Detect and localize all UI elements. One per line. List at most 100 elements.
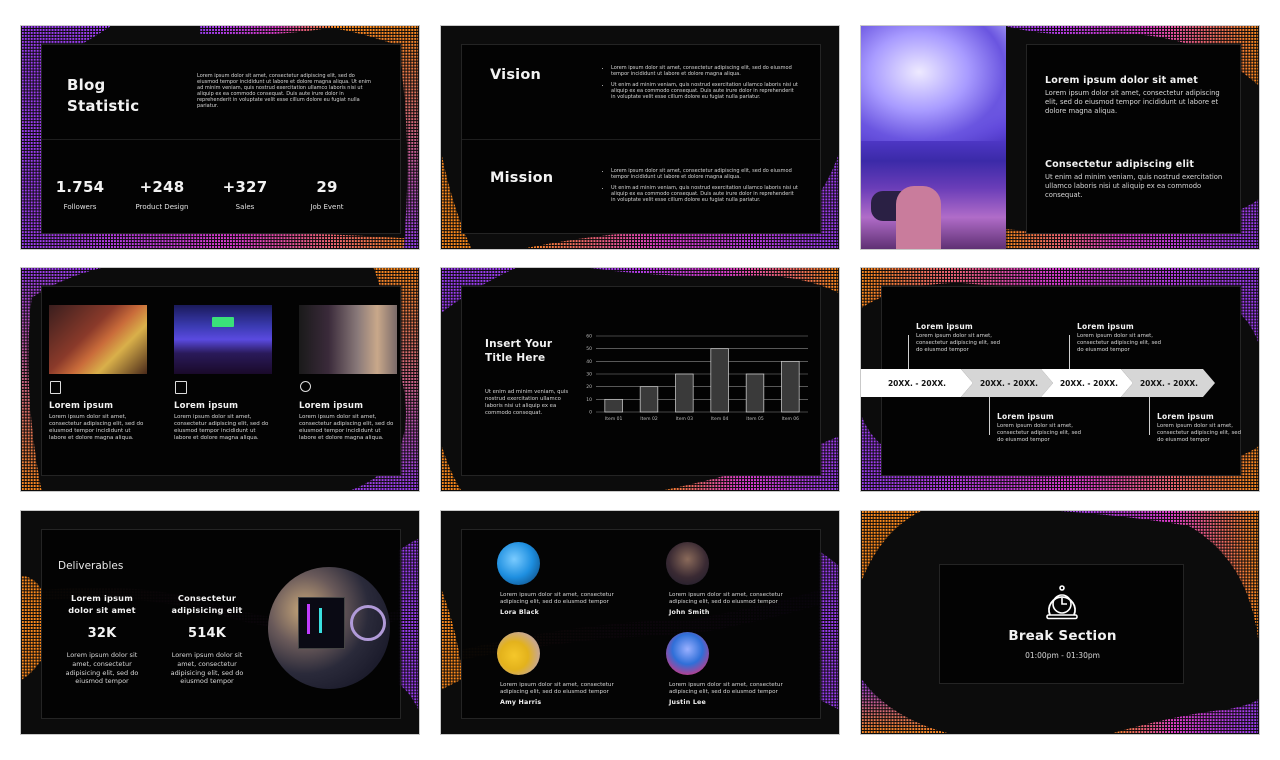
item-heading: Lorem ipsum dolor sit amet <box>42 592 162 616</box>
bullet-item: Ut enim ad minim veniam, quis nostrud ex… <box>611 185 798 203</box>
slide-blog-statistic[interactable]: Blog Statistic Lorem ipsum dolor sit ame… <box>20 25 420 250</box>
stat-value: +248 <box>139 178 185 196</box>
event-heading: Lorem ipsum <box>916 322 973 331</box>
member-name: John Smith <box>669 609 710 616</box>
title-line-2: Statistic <box>67 97 140 115</box>
item-value: 32K <box>87 626 117 641</box>
slide-chart[interactable]: Insert Your Title Here Ut enim ad minim … <box>440 267 840 492</box>
column-photo <box>49 305 147 374</box>
deliverables-title: Deliverables <box>58 560 124 572</box>
slide-deliverables[interactable]: Deliverables Lorem ipsum dolor sit amet … <box>20 510 420 735</box>
bar <box>639 386 659 413</box>
slide-break-section[interactable]: Break Section 01:00pm - 01:30pm <box>860 510 1260 735</box>
x-tick-label: Item 05 <box>746 416 764 422</box>
connector-line <box>1069 335 1070 369</box>
heading-line-1: Consectetur <box>177 593 237 603</box>
member-avatar <box>666 542 709 585</box>
stat-value: 29 <box>316 178 338 196</box>
stat-label: Followers <box>63 203 97 211</box>
member-avatar <box>666 632 709 675</box>
content-panel: Lorem ipsum dolor sit amet Lorem ipsum d… <box>1026 44 1241 234</box>
y-tick-label: 30 <box>586 372 592 378</box>
content-panel: Insert Your Title Here Ut enim ad minim … <box>461 286 821 476</box>
member-name: Amy Harris <box>500 699 542 706</box>
item-heading: Consectetur adipisicing elit <box>147 592 267 616</box>
event-heading: Lorem ipsum <box>1077 322 1134 331</box>
slide-three-columns[interactable]: Lorem ipsum Lorem ipsum dolor sit amet, … <box>20 267 420 492</box>
document-edit-icon <box>50 381 61 394</box>
pc-case <box>298 597 345 649</box>
content-panel: Lorem ipsum dolor sit amet, consectetur … <box>461 529 821 719</box>
bullet-item: Lorem ipsum dolor sit amet, consectetur … <box>611 168 798 180</box>
column-heading: Lorem ipsum <box>174 401 239 411</box>
title-line-1: Blog <box>67 76 106 94</box>
break-panel: Break Section 01:00pm - 01:30pm <box>939 564 1184 684</box>
bar-chart: 0 10 20 30 40 50 60 Item 01 Item 02 Item 03 Item 0… <box>586 334 808 422</box>
stat-value: +327 <box>222 178 268 196</box>
event-heading: Lorem ipsum <box>1157 412 1214 421</box>
y-tick-label: 40 <box>586 359 592 365</box>
break-time: 01:00pm - 01:30pm <box>1025 651 1100 660</box>
bar <box>604 398 623 413</box>
column-photo <box>174 305 272 374</box>
member-name: Justin Lee <box>669 699 706 706</box>
event-text: Lorem ipsum dolor sit amet, consectetur … <box>916 333 1001 353</box>
hand-shape <box>896 186 941 249</box>
column-text: Lorem ipsum dolor sit amet, consectetur … <box>49 414 144 441</box>
item-text: Lorem ipsum dolor sit amet, consectetur … <box>65 651 139 686</box>
heading-line-2: adipisicing elit <box>171 605 243 615</box>
newspaper-icon <box>175 381 187 394</box>
chart-slide-title: Insert Your Title Here <box>485 337 552 365</box>
divider <box>462 139 820 140</box>
target-icon <box>300 381 311 392</box>
content-panel: Lorem ipsum Lorem ipsum dolor sit amet, … <box>41 286 401 476</box>
block-text: Lorem ipsum dolor sit amet, consectetur … <box>1045 89 1220 115</box>
stat-label: Job Event <box>310 203 344 211</box>
gamer-photo <box>861 26 1006 249</box>
x-tick-label: Item 02 <box>640 416 658 422</box>
connector-line <box>1149 397 1150 435</box>
intro-paragraph: Lorem ipsum dolor sit amet, consectetur … <box>197 73 372 109</box>
item-text: Lorem ipsum dolor sit amet, consectetur … <box>170 651 244 686</box>
stopwatch-icon <box>1046 585 1078 620</box>
slide-timeline[interactable]: 20XX. - 20XX. 20XX. - 20XX. 20XX. - 20XX… <box>860 267 1260 492</box>
vision-title: Vision <box>490 67 542 83</box>
member-avatar <box>497 542 540 585</box>
column-text: Lorem ipsum dolor sit amet, consectetur … <box>174 414 269 441</box>
x-tick-label: Item 01 <box>605 416 623 422</box>
timeline-period: 20XX. - 20XX. <box>1059 378 1119 388</box>
monitor-glow <box>861 26 1006 141</box>
block-heading: Consectetur adipiscing elit <box>1045 159 1195 170</box>
timeline-period: 20XX. - 20XX. <box>1139 378 1199 388</box>
x-tick-label: Item 04 <box>711 416 729 422</box>
content-panel: Blog Statistic Lorem ipsum dolor sit ame… <box>41 44 401 234</box>
slide-title: Blog Statistic <box>67 75 139 117</box>
chart-slide-text: Ut enim ad minim veniam, quis nostrud ex… <box>485 389 569 416</box>
gaming-pc-photo <box>268 567 390 689</box>
slide-vision-mission[interactable]: Vision Lorem ipsum dolor sit amet, conse… <box>440 25 840 250</box>
ring-light <box>350 605 386 641</box>
block-text: Ut enim ad minim veniam, quis nostrud ex… <box>1045 173 1223 199</box>
break-title: Break Section <box>1008 628 1117 644</box>
member-text: Lorem ipsum dolor sit amet, consectetur … <box>669 682 783 695</box>
stat-label: Product Design <box>135 203 189 211</box>
timeline-period: 20XX. - 20XX. <box>979 378 1039 388</box>
slide-photo-text[interactable]: Lorem ipsum dolor sit amet Lorem ipsum d… <box>860 25 1260 250</box>
column-text: Lorem ipsum dolor sit amet, consectetur … <box>299 414 394 441</box>
x-tick-label: Item 03 <box>676 416 694 422</box>
rgb-strip <box>319 608 322 633</box>
bar <box>710 348 729 413</box>
member-text: Lorem ipsum dolor sit amet, consectetur … <box>500 592 614 605</box>
bar <box>781 360 800 413</box>
vision-bullets: Lorem ipsum dolor sit amet, consectetur … <box>603 65 798 105</box>
column-heading: Lorem ipsum <box>49 401 114 411</box>
connector-line <box>989 397 990 435</box>
battle-sign <box>212 317 234 327</box>
content-panel: Deliverables Lorem ipsum dolor sit amet … <box>41 529 401 719</box>
column-photo <box>299 305 397 374</box>
bullet-item: Lorem ipsum dolor sit amet, consectetur … <box>611 65 798 77</box>
member-avatar <box>497 632 540 675</box>
stat-label: Sales <box>235 203 255 211</box>
slide-team[interactable]: Lorem ipsum dolor sit amet, consectetur … <box>440 510 840 735</box>
mission-bullets: Lorem ipsum dolor sit amet, consectetur … <box>603 168 798 208</box>
